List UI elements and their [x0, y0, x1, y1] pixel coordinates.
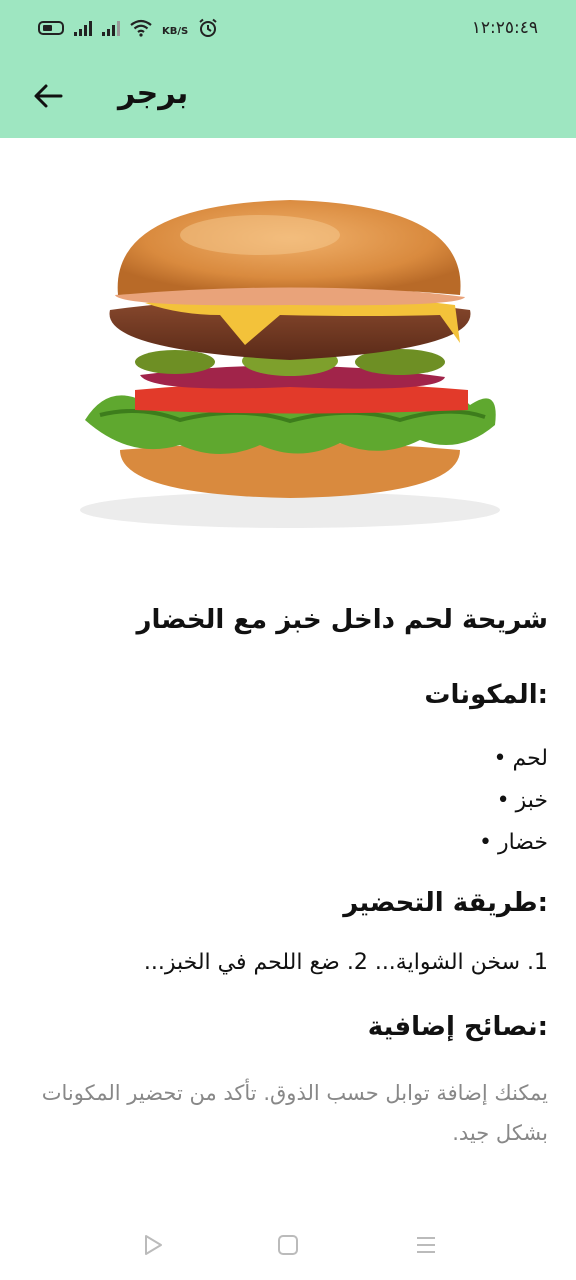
signal-icon: [102, 20, 120, 36]
list-item: • خضار: [28, 822, 548, 864]
burger-photo: [40, 165, 540, 565]
alarm-icon: [199, 18, 217, 37]
ingredients-heading: :المكونات: [424, 680, 548, 710]
ingredient-bullet: •: [493, 746, 507, 771]
recipe-description: شريحة لحم داخل خبز مع الخضار: [136, 605, 548, 635]
tips-text: يمكنك إضافة توابل حسب الذوق. تأكد من تحض…: [41, 1081, 548, 1145]
preparation-heading: :طريقة التحضير: [343, 888, 548, 918]
ingredient-text: لحم: [512, 746, 548, 771]
ingredient-text: خضار: [497, 830, 548, 855]
net-speed-unit: KB/S: [162, 25, 189, 37]
list-item: • خبز: [28, 780, 548, 822]
ingredient-bullet: •: [479, 830, 492, 855]
home-square-icon[interactable]: [273, 1230, 303, 1260]
list-item: • لحم: [28, 738, 548, 780]
preparation-text: 1. سخن الشواية... 2. ضع اللحم في الخبز..…: [143, 950, 548, 975]
signal-icon: [74, 20, 92, 36]
arrow-left-icon[interactable]: [28, 76, 68, 116]
status-bar: 35 KB/S ١٢:٢٥:٤٩: [0, 0, 576, 60]
ingredient-bullet: •: [496, 788, 510, 813]
page-title: برجر: [118, 76, 189, 111]
wifi-icon: [130, 19, 152, 37]
app-bar: برجر: [0, 60, 576, 138]
ingredient-text: خبز: [515, 788, 548, 813]
status-time: ١٢:٢٥:٤٩: [471, 18, 538, 38]
back-triangle-icon[interactable]: [138, 1230, 168, 1260]
system-nav-bar: [0, 1212, 576, 1280]
tips-heading: :نصائح إضافية: [367, 1012, 548, 1042]
menu-lines-icon[interactable]: [411, 1230, 441, 1260]
ingredients-list: • لحم • خبز • خضار: [28, 738, 548, 864]
status-icons: 35 KB/S: [38, 18, 218, 38]
battery-icon: 35: [38, 21, 64, 35]
